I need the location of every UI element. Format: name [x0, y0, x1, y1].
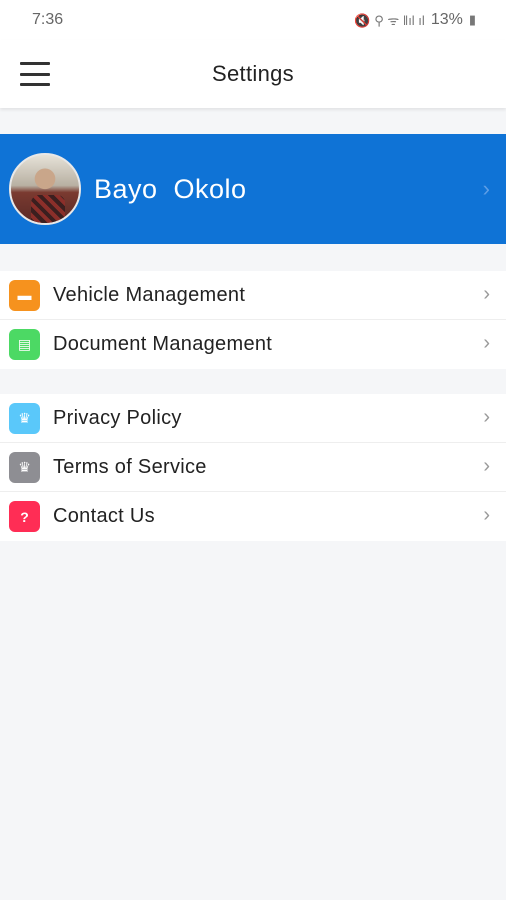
info-group: ♛ Privacy Policy › ♛ Terms of Service › … — [0, 394, 506, 541]
status-indicators: 🔇 ⚲ ᯤ ‖ıl ıl — [354, 13, 425, 28]
profile-card[interactable]: Bayo Okolo › — [0, 134, 506, 244]
car-icon: ▬ — [9, 279, 40, 311]
page-title: Settings — [212, 61, 294, 86]
document-icon: ▤ — [9, 329, 40, 360]
chevron-right-icon: › — [483, 455, 490, 477]
settings-item-label: Terms of Service — [53, 455, 207, 478]
profile-name: Bayo Okolo — [94, 173, 247, 204]
chevron-right-icon: › — [483, 283, 490, 305]
status-bar: 7:36 🔇 ⚲ ᯤ ‖ıl ıl 13% ▮ — [0, 0, 506, 40]
crown-icon: ♛ — [9, 402, 40, 434]
settings-item-terms-of-service[interactable]: ♛ Terms of Service › — [0, 443, 506, 492]
settings-item-document-management[interactable]: ▤ Document Management › — [0, 320, 506, 369]
chevron-right-icon: › — [482, 176, 490, 201]
settings-item-vehicle-management[interactable]: ▬ Vehicle Management › — [0, 271, 506, 320]
settings-item-label: Contact Us — [53, 505, 155, 527]
battery-level: 13% — [430, 11, 463, 28]
status-time: 7:36 — [32, 11, 64, 28]
chevron-right-icon: › — [483, 332, 490, 354]
settings-item-contact-us[interactable]: ? Contact Us › — [0, 492, 506, 541]
question-icon: ? — [9, 501, 40, 532]
status-icons: 🔇 ⚲ ᯤ ‖ıl ıl 13% ▮ — [354, 11, 476, 29]
settings-item-label: Vehicle Management — [53, 283, 246, 306]
chevron-right-icon: › — [483, 406, 490, 428]
avatar — [9, 153, 81, 225]
settings-item-label: Document Management — [53, 333, 273, 355]
management-group: ▬ Vehicle Management › ▤ Document Manage… — [0, 271, 506, 369]
settings-item-label: Privacy Policy — [53, 406, 182, 429]
hamburger-menu-icon[interactable] — [20, 62, 50, 86]
crown-icon: ♛ — [9, 451, 40, 483]
chevron-right-icon: › — [483, 504, 490, 526]
app-bar: Settings — [0, 40, 506, 108]
settings-item-privacy-policy[interactable]: ♛ Privacy Policy › — [0, 394, 506, 443]
battery-icon: ▮ — [468, 12, 476, 27]
